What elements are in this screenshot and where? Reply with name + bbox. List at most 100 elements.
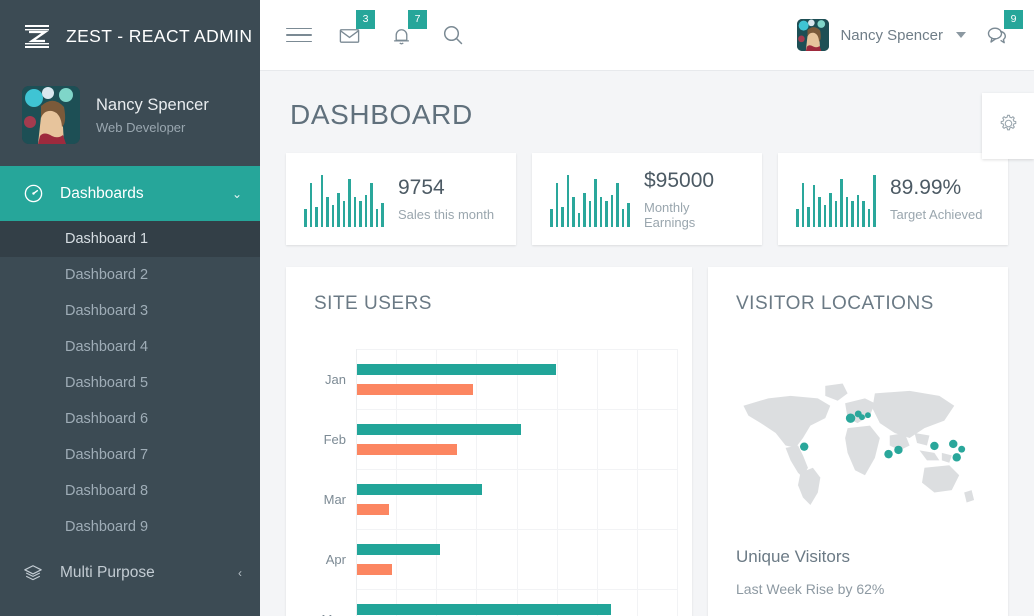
sidebar-item-dashboard-6[interactable]: Dashboard 6 <box>0 401 260 437</box>
chart-bar-row <box>357 469 678 529</box>
user-menu-name: Nancy Spencer <box>840 26 943 44</box>
topbar-left: 3 7 <box>286 10 468 50</box>
chart-plot-area <box>356 349 678 616</box>
layers-icon <box>22 562 44 584</box>
speedometer-icon <box>22 183 44 205</box>
sidebar-item-dashboard-3[interactable]: Dashboard 3 <box>0 293 260 329</box>
world-map-svg <box>743 383 975 505</box>
chart-bar-series-a <box>357 543 441 555</box>
chart-y-axis: Jan Feb Mar Apr May <box>314 349 356 616</box>
sidebar-item-dashboard-9[interactable]: Dashboard 9 <box>0 509 260 545</box>
topbar: 3 7 Nancy Spencer 9 <box>260 0 1034 71</box>
brand[interactable]: ZEST - REACT ADMIN <box>0 0 260 72</box>
sidebar-item-multi-purpose[interactable]: Multi Purpose ‹ <box>0 545 260 600</box>
avatar <box>797 19 830 51</box>
stat-card-meta: 89.99% Target Achieved <box>890 176 983 222</box>
chart-bar-rows <box>357 349 678 616</box>
chevron-down-icon <box>956 32 966 38</box>
sparkline-chart <box>304 171 384 227</box>
chart-row-separator <box>357 529 678 530</box>
panel-row: SITE USERS Jan Feb Mar Apr May <box>286 267 1008 616</box>
chart-bar-series-b <box>357 443 457 455</box>
chart-row-separator <box>357 349 678 350</box>
chevron-left-icon: ‹ <box>238 565 242 580</box>
chart-bar-row <box>357 529 678 589</box>
chart-bar-series-a <box>357 603 611 615</box>
chart-bar-series-b <box>357 383 473 395</box>
page-title: DASHBOARD <box>290 99 473 130</box>
chart-y-tick: Mar <box>323 491 346 507</box>
sidebar-item-dashboard-8[interactable]: Dashboard 8 <box>0 473 260 509</box>
topbar-right: Nancy Spencer 9 <box>797 10 1023 51</box>
chart-bar-row <box>357 589 678 616</box>
search-icon[interactable] <box>438 20 468 50</box>
site-users-panel: SITE USERS Jan Feb Mar Apr May <box>286 267 692 616</box>
hamburger-icon[interactable] <box>286 27 312 43</box>
sidebar-item-dashboards[interactable]: Dashboards ⌄ <box>0 166 260 221</box>
stat-card-target[interactable]: 89.99% Target Achieved <box>778 153 1008 245</box>
user-menu[interactable]: Nancy Spencer <box>797 19 966 51</box>
chat-bubble-icon[interactable]: 9 <box>982 10 1023 50</box>
site-users-title: SITE USERS <box>314 293 432 314</box>
chart-y-tick: Jan <box>325 371 346 387</box>
sidebar-item-dashboard-4[interactable]: Dashboard 4 <box>0 329 260 365</box>
sidebar-item-dashboard-7[interactable]: Dashboard 7 <box>0 437 260 473</box>
stat-value: 9754 <box>398 176 445 199</box>
site-users-chart: Jan Feb Mar Apr May <box>314 349 678 616</box>
stat-card-earnings[interactable]: $95000 Monthly Earnings <box>532 153 762 245</box>
sidebar-item-dashboard-1[interactable]: Dashboard 1 <box>0 221 260 257</box>
page-content: DASHBOARD 9754 Sales this month $95000 M… <box>260 71 1034 616</box>
chart-y-tick: May <box>314 589 356 616</box>
sidebar-item-dashboard-5[interactable]: Dashboard 5 <box>0 365 260 401</box>
world-map-landmasses <box>743 383 975 505</box>
sidebar-profile[interactable]: Nancy Spencer Web Developer <box>0 72 260 166</box>
bell-icon[interactable]: 7 <box>386 10 427 50</box>
chart-bar-series-a <box>357 423 521 435</box>
sidebar: ZEST - REACT ADMIN Nancy Spencer Web Dev… <box>0 0 260 616</box>
z-logo-icon <box>22 21 52 51</box>
stat-value: 89.99% <box>890 176 962 199</box>
visitor-locations-panel: VISITOR LOCATIONS Unique Visitors Last W… <box>708 267 1008 616</box>
avatar <box>22 86 80 144</box>
sidebar-profile-meta: Nancy Spencer Web Developer <box>96 96 209 135</box>
chart-bar-series-b <box>357 503 390 515</box>
main-area: 3 7 Nancy Spencer 9 DASHBOARD 9754 Sales… <box>260 0 1034 616</box>
gear-icon <box>998 113 1019 139</box>
stat-card-row: 9754 Sales this month $95000 Monthly Ear… <box>286 153 1008 245</box>
chat-badge: 9 <box>1004 10 1023 29</box>
stat-label: Monthly Earnings <box>644 199 696 230</box>
chart-bar-series-a <box>357 363 557 375</box>
sidebar-item-multi-purpose-label: Multi Purpose <box>60 563 155 581</box>
sparkline-chart <box>796 171 876 227</box>
sidebar-item-dashboard-2[interactable]: Dashboard 2 <box>0 257 260 293</box>
chart-row-separator <box>357 469 678 470</box>
sparkline-chart <box>550 171 630 227</box>
sidebar-profile-role: Web Developer <box>96 119 186 135</box>
chart-y-tick: Feb <box>323 431 346 447</box>
unique-visitors-subtitle: Last Week Rise by 62% <box>736 581 885 597</box>
visitor-locations-title: VISITOR LOCATIONS <box>736 293 934 314</box>
chart-bar-row <box>357 349 678 409</box>
chart-bar-row <box>357 409 678 469</box>
unique-visitors-title: Unique Visitors <box>736 547 851 566</box>
sidebar-item-calendar[interactable]: Calendar <box>0 600 260 616</box>
world-map[interactable] <box>736 349 984 527</box>
app-root: ZEST - REACT ADMIN Nancy Spencer Web Dev… <box>0 0 1034 616</box>
sidebar-profile-name: Nancy Spencer <box>96 95 209 114</box>
stat-card-sales[interactable]: 9754 Sales this month <box>286 153 516 245</box>
chart-bar-series-b <box>357 563 393 575</box>
visitor-locations-footer: Unique Visitors Last Week Rise by 62% <box>736 547 984 597</box>
chart-bar-series-a <box>357 483 483 495</box>
stat-label: Sales this month <box>398 207 495 222</box>
sidebar-subnav-dashboards: Dashboard 1 Dashboard 2 Dashboard 3 Dash… <box>0 221 260 545</box>
stat-label: Target Achieved <box>890 207 983 222</box>
mail-icon[interactable]: 3 <box>334 10 375 50</box>
chart-y-tick: Apr <box>325 551 346 567</box>
brand-title: ZEST - REACT ADMIN <box>66 25 253 46</box>
chart-row-separator <box>357 409 678 410</box>
settings-fab-button[interactable] <box>982 93 1034 159</box>
stat-value: $95000 <box>644 168 715 192</box>
sidebar-item-dashboards-label: Dashboards <box>60 184 144 202</box>
bell-badge: 7 <box>408 10 427 29</box>
mail-badge: 3 <box>356 10 375 29</box>
